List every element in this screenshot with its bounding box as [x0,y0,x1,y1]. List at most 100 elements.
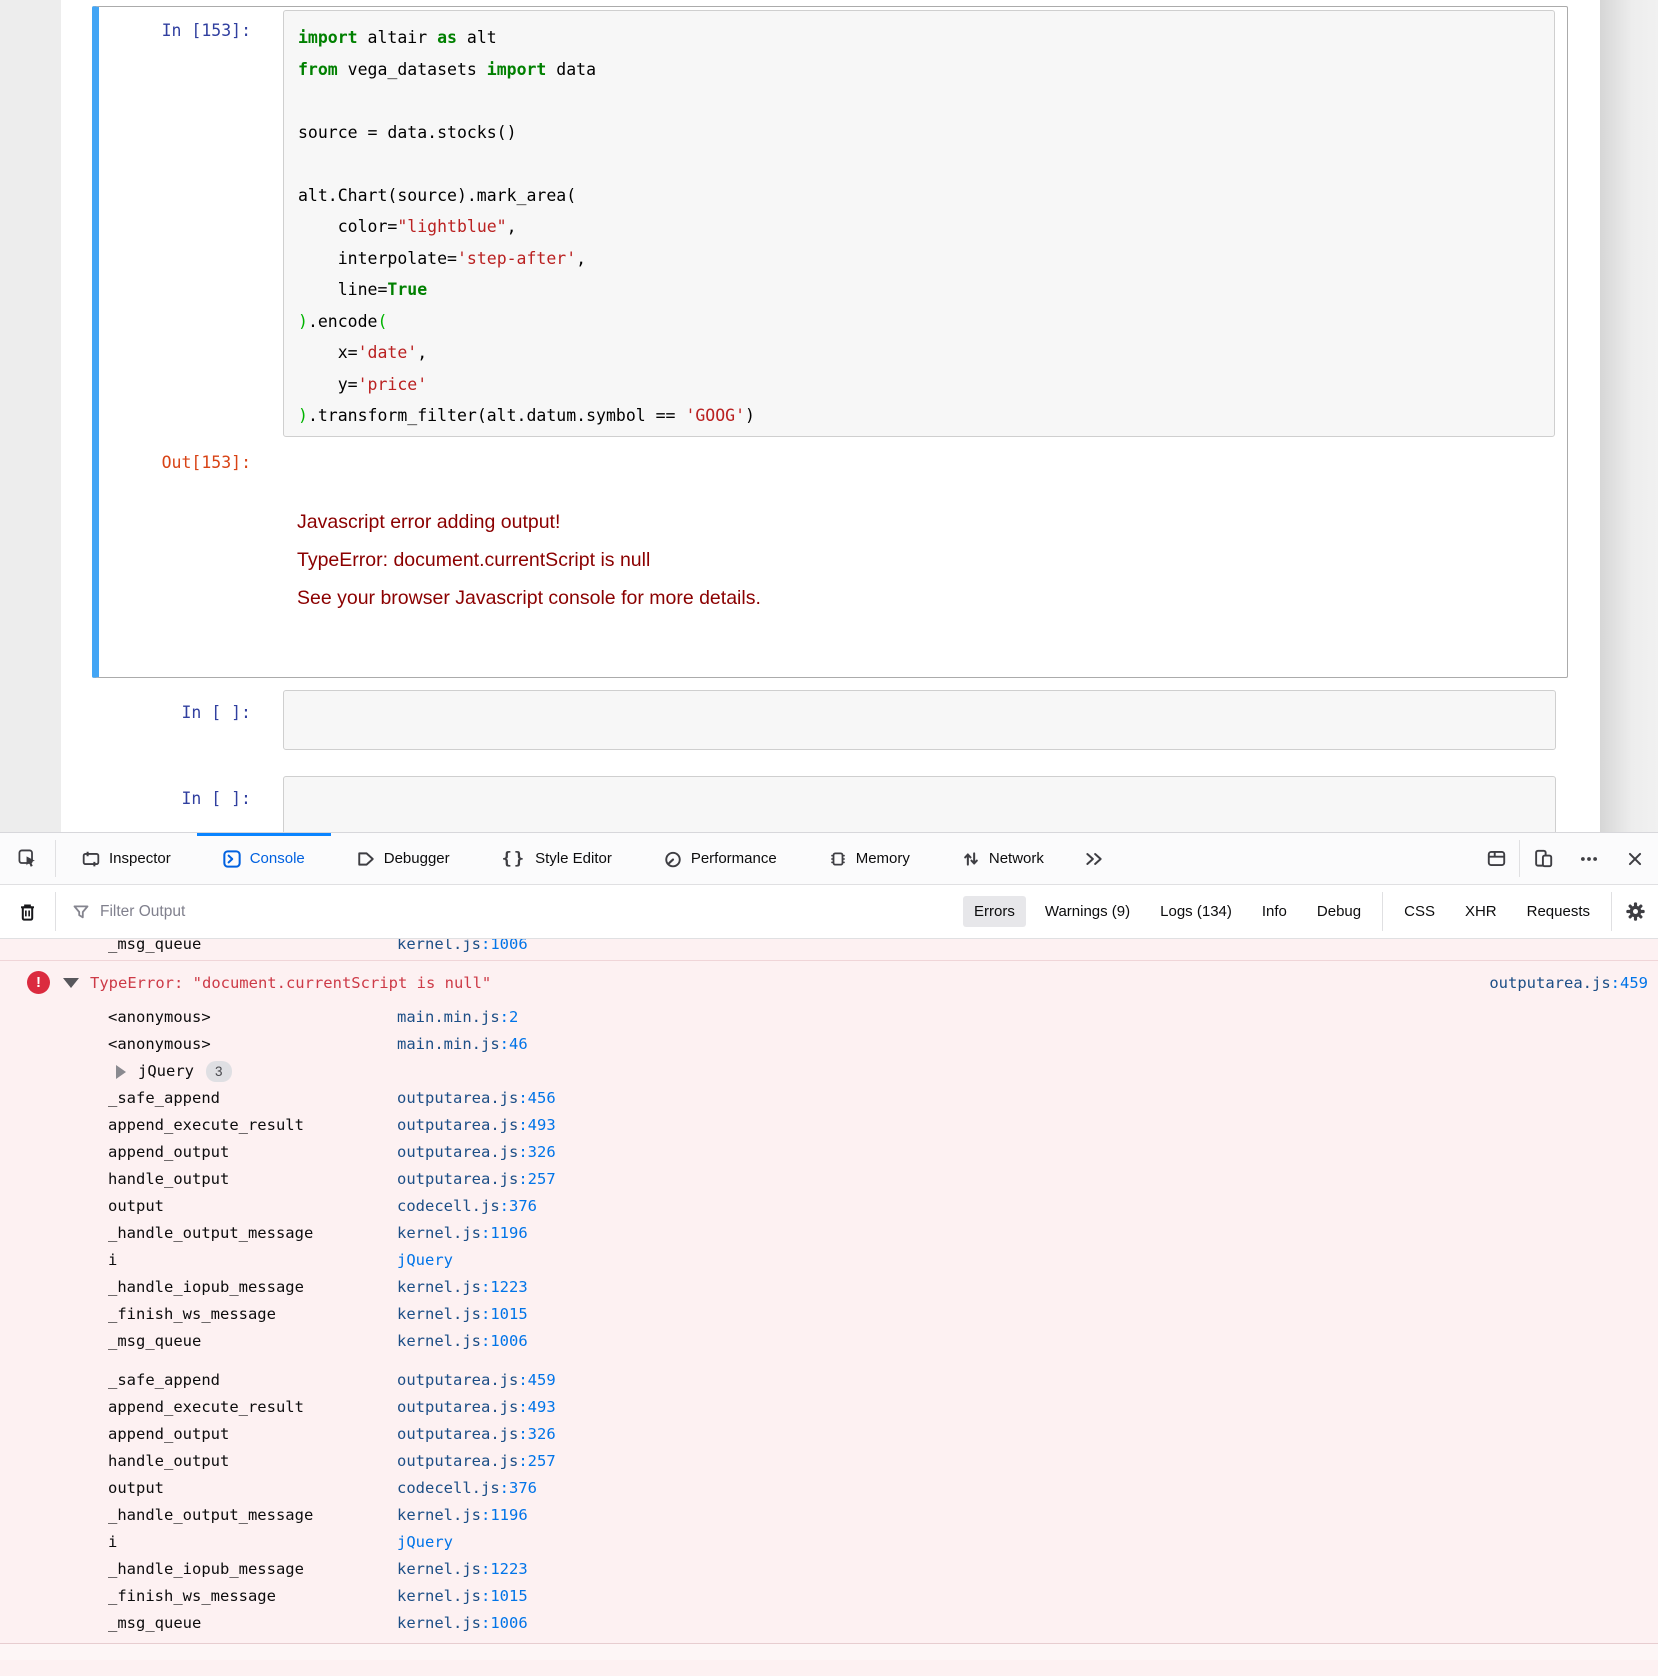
performance-icon [664,850,682,868]
devtools-panel: Inspector Console Debugger {} Style Edit… [0,832,1658,1676]
meatball-menu-icon [1579,850,1599,868]
tab-performance[interactable]: Performance [638,833,803,884]
stack-function-name: _msg_queue [108,1332,202,1350]
filter-input[interactable]: Filter Output [100,903,360,921]
empty-code-cell-1[interactable] [283,690,1556,750]
source-link[interactable]: outputarea.js:326 [397,1139,556,1166]
filter-button-debug[interactable]: Debug [1306,896,1372,927]
source-link[interactable]: outputarea.js:493 [397,1394,556,1421]
clear-console-button[interactable] [0,902,55,922]
stack-row: <anonymous> main.min.js:2 [0,1004,1658,1031]
source-link[interactable]: codecell.js:376 [397,1193,537,1220]
source-link[interactable]: kernel.js:1015 [397,1301,528,1328]
source-link[interactable]: kernel.js:1006 [397,1610,528,1637]
source-link[interactable]: jQuery [397,1529,453,1556]
stack-function-name: _handle_iopub_message [108,1278,304,1296]
source-link[interactable]: kernel.js:1223 [397,1274,528,1301]
network-icon [962,850,980,868]
code-editor[interactable]: import altair as alt from vega_datasets i… [283,10,1555,437]
source-link[interactable]: codecell.js:376 [397,1475,537,1502]
stack-function-name: append_execute_result [108,1398,304,1416]
stack-function-name: _handle_output_message [108,1506,314,1524]
stack-row: <anonymous> main.min.js:46 [0,1031,1658,1058]
close-devtools-button[interactable] [1612,833,1658,884]
stack-row: _msg_queue kernel.js:1006 [0,939,1658,958]
js-error-line: See your browser Javascript console for … [297,587,761,609]
tab-network[interactable]: Network [936,833,1070,884]
filter-button-css[interactable]: CSS [1393,896,1446,927]
filter-level-buttons: Errors Warnings (9) Logs (134) Info Debug [953,896,1382,927]
source-link[interactable]: outputarea.js:459 [397,1367,556,1394]
output-prompt: Out[153]: [161,453,251,472]
stack-function-name: _finish_ws_message [108,1305,276,1323]
input-prompt-empty-2: In [ ]: [181,789,251,808]
source-link[interactable]: kernel.js:1196 [397,1502,528,1529]
tab-debugger[interactable]: Debugger [331,833,476,884]
stack-function-name: _safe_append [108,1371,220,1389]
style-editor-icon: {} [501,848,527,869]
tab-label: Style Editor [535,850,612,867]
source-link[interactable]: outputarea.js:326 [397,1421,556,1448]
error-message-row[interactable]: ! TypeError: "document.currentScript is … [0,961,1658,1004]
chevron-double-icon [1084,850,1104,868]
input-prompt-empty-1: In [ ]: [181,703,251,722]
stack-row: _safe_append outputarea.js:456 [0,1085,1658,1112]
source-link[interactable]: outputarea.js:257 [397,1448,556,1475]
empty-code-cell-2[interactable] [283,776,1556,832]
source-link[interactable]: outputarea.js:493 [397,1112,556,1139]
tab-console[interactable]: Console [196,833,331,884]
stack-function-name: <anonymous> [108,1035,211,1053]
responsive-design-button[interactable] [1520,833,1566,884]
source-link[interactable]: jQuery [397,1247,453,1274]
filter-button-logs-134[interactable]: Logs (134) [1149,896,1243,927]
source-link[interactable]: kernel.js:1196 [397,1220,528,1247]
source-link[interactable]: main.min.js:46 [397,1031,528,1058]
tab-inspector[interactable]: Inspector [56,833,197,884]
tab-label: Debugger [383,850,450,867]
tab-style-editor[interactable]: {} Style Editor [476,833,638,884]
error-source-link[interactable]: outputarea.js:459 [1489,974,1648,992]
source-link[interactable]: kernel.js:1006 [397,1328,528,1355]
source-link[interactable]: outputarea.js:257 [397,1166,556,1193]
stack-function-name: _msg_queue [108,1614,202,1632]
stack-function-name: append_output [108,1425,230,1443]
stack-row: _msg_queue kernel.js:1006 [0,1328,1658,1355]
stack-trace-secondary: _safe_append outputarea.js:459 append_exec… [0,1367,1658,1637]
console-icon [223,849,241,868]
stack-row: append_execute_result outputarea.js:493 [0,1112,1658,1139]
stack-row: _safe_append outputarea.js:459 [0,1367,1658,1394]
source-link[interactable]: outputarea.js:456 [397,1085,556,1112]
filter-button-info[interactable]: Info [1251,896,1298,927]
source-link[interactable]: main.min.js:2 [397,1004,518,1031]
filter-button-errors[interactable]: Errors [963,896,1026,927]
stack-function-name: <anonymous> [108,1008,211,1026]
collapse-arrow-icon[interactable] [63,977,79,988]
node-picker-button[interactable] [0,833,55,884]
stack-row: jQuery 3 [0,1058,1658,1085]
split-console-button[interactable] [1473,833,1519,884]
tab-memory[interactable]: Memory [803,833,936,884]
stack-function-name: _handle_output_message [108,1224,314,1242]
filter-button-requests[interactable]: Requests [1516,896,1601,927]
source-link[interactable]: kernel.js:1223 [397,1556,528,1583]
devtools-menu-button[interactable] [1566,833,1612,884]
notebook-scroll-gutter[interactable] [1600,0,1658,832]
stack-row: append_output outputarea.js:326 [0,1139,1658,1166]
stack-function-name: i [108,1251,118,1269]
filter-button-xhr[interactable]: XHR [1454,896,1508,927]
stack-function-name: output [108,1197,164,1215]
more-tools-button[interactable] [1070,833,1118,884]
stack-function-name: _handle_iopub_message [108,1560,304,1578]
stack-function-name: _safe_append [108,1089,220,1107]
stack-row: _handle_output_message kernel.js:1196 [0,1502,1658,1529]
source-link[interactable]: kernel.js:1006 [397,939,528,958]
stack-row: output codecell.js:376 [0,1193,1658,1220]
source-link[interactable]: kernel.js:1015 [397,1583,528,1610]
stack-row: handle_output outputarea.js:257 [0,1448,1658,1475]
responsive-design-icon [1534,849,1553,868]
filter-button-warnings-9[interactable]: Warnings (9) [1034,896,1141,927]
selected-code-cell[interactable]: In [153]: import altair as alt from vega_… [92,6,1568,678]
console-settings-button[interactable] [1612,901,1658,922]
expand-arrow-icon[interactable] [116,1064,126,1079]
stack-function-name: handle_output [108,1452,230,1470]
